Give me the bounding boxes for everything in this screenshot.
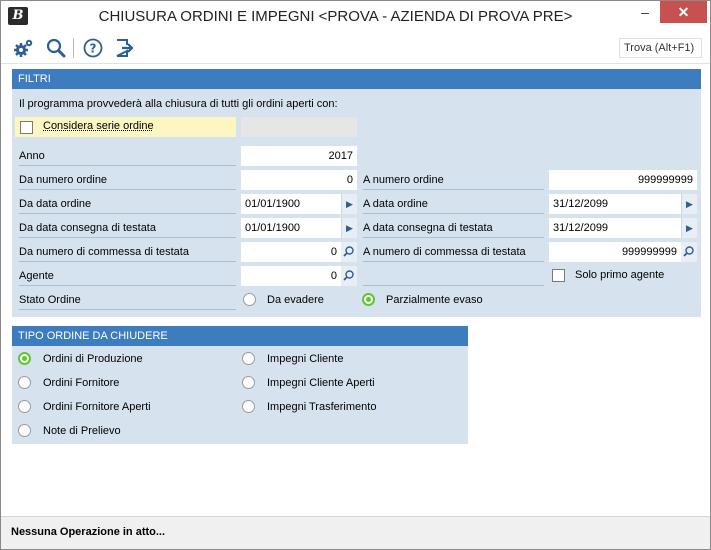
- da-data-consegna-label: Da data consegna di testata: [19, 218, 236, 238]
- title-bar: B CHIUSURA ORDINI E IMPEGNI <PROVA - AZI…: [1, 1, 710, 32]
- da-commessa-search-icon[interactable]: [341, 242, 357, 262]
- a-numero-ordine-input[interactable]: 999999999: [549, 170, 697, 190]
- stato-ordine-label: Stato Ordine: [19, 290, 236, 310]
- da-commessa-input[interactable]: 0: [241, 242, 341, 262]
- a-commessa-label: A numero di commessa di testata: [363, 242, 544, 262]
- parzialmente-evaso-label: Parzialmente evaso: [386, 294, 483, 306]
- solo-primo-agente-checkbox[interactable]: [552, 269, 565, 282]
- exit-icon[interactable]: [113, 37, 135, 59]
- impegni-trasferimento-radio[interactable]: [242, 400, 255, 413]
- considera-serie-label: Considera serie ordine: [43, 120, 154, 132]
- a-numero-ordine-label: A numero ordine: [363, 170, 544, 190]
- settings-icon[interactable]: [13, 37, 35, 59]
- impegni-trasferimento-label: Impegni Trasferimento: [267, 401, 377, 413]
- filtri-header: FILTRI: [12, 69, 701, 89]
- agente-search-icon[interactable]: [341, 266, 357, 286]
- da-data-consegna-input[interactable]: 01/01/1900: [241, 218, 341, 238]
- close-button[interactable]: ✕: [660, 1, 707, 23]
- app-logo-icon: B: [8, 7, 28, 25]
- main-area: FILTRI Il programma provvederà alla chiu…: [1, 64, 710, 516]
- filtri-intro: Il programma provvederà alla chiusura di…: [19, 98, 338, 110]
- toolbar-separator: [73, 38, 74, 58]
- ordini-fornitore-aperti-label: Ordini Fornitore Aperti: [43, 401, 151, 413]
- impegni-cliente-radio[interactable]: [242, 352, 255, 365]
- impegni-cliente-aperti-label: Impegni Cliente Aperti: [267, 377, 375, 389]
- a-data-ordine-label: A data ordine: [363, 194, 544, 214]
- da-data-consegna-arrow-icon[interactable]: ▶: [341, 218, 357, 238]
- agente-label: Agente: [19, 266, 236, 286]
- serie-ordine-input[interactable]: [241, 117, 357, 137]
- window-title: CHIUSURA ORDINI E IMPEGNI <PROVA - AZIEN…: [98, 8, 573, 25]
- a-commessa-search-icon[interactable]: [681, 242, 697, 262]
- help-icon[interactable]: ?: [82, 37, 104, 59]
- note-prelievo-radio[interactable]: [18, 424, 31, 437]
- solo-primo-agente-label: Solo primo agente: [575, 269, 665, 281]
- a-data-consegna-label: A data consegna di testata: [363, 218, 544, 238]
- a-data-consegna-arrow-icon[interactable]: ▶: [681, 218, 697, 238]
- svg-text:?: ?: [90, 42, 97, 56]
- da-commessa-label: Da numero di commessa di testata: [19, 242, 236, 262]
- anno-input[interactable]: 2017: [241, 146, 357, 166]
- impegni-cliente-label: Impegni Cliente: [267, 353, 344, 365]
- da-evadere-radio[interactable]: [243, 293, 256, 306]
- find-input[interactable]: Trova (Alt+F1): [619, 38, 702, 58]
- anno-label: Anno: [19, 146, 236, 166]
- a-data-consegna-input[interactable]: 31/12/2099: [549, 218, 681, 238]
- a-commessa-input[interactable]: 999999999: [549, 242, 681, 262]
- considera-serie-checkbox[interactable]: [20, 121, 33, 134]
- minimize-button[interactable]: –: [631, 1, 659, 23]
- toolbar: ? Trova (Alt+F1): [1, 32, 710, 64]
- note-prelievo-label: Note di Prelievo: [43, 425, 121, 437]
- agente-input[interactable]: 0: [241, 266, 341, 286]
- ordini-produzione-label: Ordini di Produzione: [43, 353, 143, 365]
- tipo-ordine-panel: TIPO ORDINE DA CHIUDERE Ordini di Produz…: [12, 326, 468, 444]
- da-numero-ordine-input[interactable]: 0: [241, 170, 357, 190]
- status-bar: Nessuna Operazione in atto...: [1, 516, 710, 549]
- ordini-fornitore-label: Ordini Fornitore: [43, 377, 120, 389]
- a-data-ordine-arrow-icon[interactable]: ▶: [681, 194, 697, 214]
- ordini-produzione-radio[interactable]: [18, 352, 31, 365]
- da-data-ordine-label: Da data ordine: [19, 194, 236, 214]
- da-data-ordine-input[interactable]: 01/01/1900: [241, 194, 341, 214]
- search-icon[interactable]: [45, 37, 67, 59]
- da-data-ordine-arrow-icon[interactable]: ▶: [341, 194, 357, 214]
- da-numero-ordine-label: Da numero ordine: [19, 170, 236, 190]
- agente-description: [363, 266, 544, 286]
- ordini-fornitore-aperti-radio[interactable]: [18, 400, 31, 413]
- impegni-cliente-aperti-radio[interactable]: [242, 376, 255, 389]
- filtri-panel: FILTRI Il programma provvederà alla chiu…: [12, 69, 701, 317]
- a-data-ordine-input[interactable]: 31/12/2099: [549, 194, 681, 214]
- da-evadere-label: Da evadere: [267, 294, 324, 306]
- ordini-fornitore-radio[interactable]: [18, 376, 31, 389]
- tipo-ordine-header: TIPO ORDINE DA CHIUDERE: [12, 326, 468, 346]
- parzialmente-evaso-radio[interactable]: [362, 293, 375, 306]
- window: B CHIUSURA ORDINI E IMPEGNI <PROVA - AZI…: [0, 0, 711, 550]
